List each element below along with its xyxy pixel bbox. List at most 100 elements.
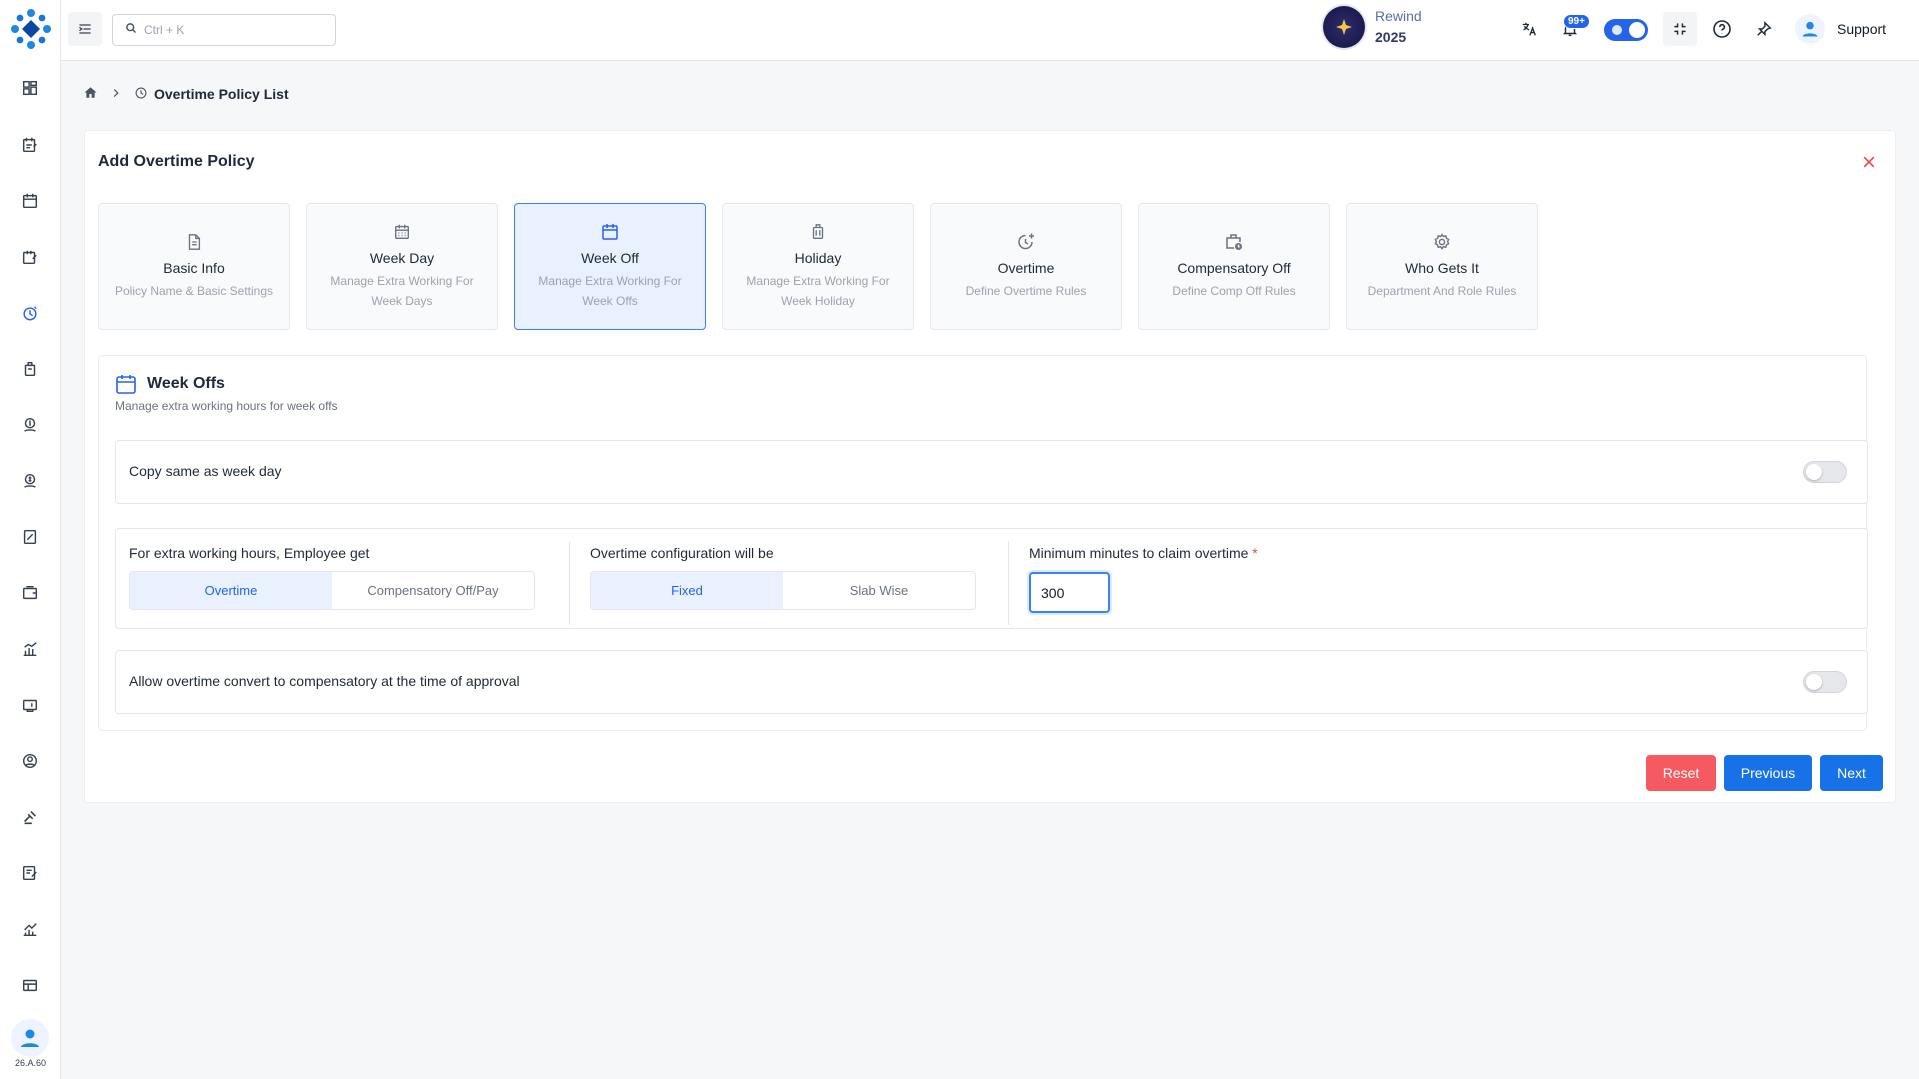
step-subtitle: Define Overtime Rules [965, 284, 1087, 298]
calendar-icon [600, 222, 620, 242]
calendar-icon[interactable] [19, 190, 41, 212]
step-who-gets-it[interactable]: Who Gets It Department And Role Rules [1346, 203, 1538, 330]
step-title: Week Off [581, 250, 639, 266]
step-overtime[interactable]: Overtime Define Overtime Rules [930, 203, 1122, 330]
leave-icon[interactable] [19, 246, 41, 268]
luggage-icon [808, 222, 828, 242]
step-subtitle: Manage Extra Working For Week Offs [538, 274, 682, 308]
step-holiday[interactable]: Holiday Manage Extra Working For Week Ho… [722, 203, 914, 330]
step-week-day[interactable]: Week Day Manage Extra Working For Week D… [306, 203, 498, 330]
copy-week-day-row: Copy same as week day [115, 440, 1868, 504]
app-logo[interactable] [10, 8, 52, 50]
next-button[interactable]: Next [1820, 755, 1883, 791]
overtime-config-row: For extra working hours, Employee get Ov… [115, 528, 1868, 629]
section-subtitle: Manage extra working hours for week offs [115, 399, 338, 413]
employee-get-segmented: Overtime Compensatory Off/Pay [129, 571, 535, 610]
analytics-icon[interactable] [19, 638, 41, 660]
convert-compensatory-row: Allow overtime convert to compensatory a… [115, 650, 1868, 714]
expense-icon[interactable] [19, 414, 41, 436]
performance-icon[interactable] [19, 918, 41, 940]
convert-compensatory-toggle[interactable] [1803, 671, 1847, 693]
rewind-label: Rewind [1375, 8, 1422, 24]
timesheet-icon[interactable] [19, 134, 41, 156]
min-minutes-group: Minimum minutes to claim overtime * [1016, 529, 1516, 628]
home-icon[interactable] [83, 85, 98, 103]
chevron-right-icon [110, 86, 122, 102]
dashboard-icon[interactable] [19, 77, 41, 99]
step-subtitle: Define Comp Off Rules [1172, 284, 1296, 298]
step-week-off[interactable]: Week Off Manage Extra Working For Week O… [514, 203, 706, 330]
step-title: Who Gets It [1405, 260, 1479, 276]
fullscreen-button[interactable] [1663, 12, 1697, 46]
step-title: Basic Info [163, 260, 225, 276]
notification-badge: 99+ [1563, 14, 1590, 29]
option-slab-wise[interactable]: Slab Wise [783, 572, 975, 609]
config-label: Overtime configuration will be [590, 545, 774, 561]
config-group: Overtime configuration will be Fixed Sla… [577, 529, 1017, 628]
avatar[interactable] [11, 1019, 49, 1057]
translate-icon[interactable] [1517, 17, 1541, 41]
min-minutes-input[interactable] [1029, 572, 1110, 613]
step-title: Holiday [794, 250, 842, 266]
step-basic-info[interactable]: Basic Info Policy Name & Basic Settings [98, 203, 290, 330]
sidebar: 26.A.60 [0, 0, 61, 1079]
breadcrumb-current[interactable]: Overtime Policy List [154, 86, 289, 102]
copy-week-day-label: Copy same as week day [129, 463, 282, 479]
rewind-year: 2025 [1375, 29, 1407, 45]
help-icon[interactable] [1710, 17, 1734, 41]
wizard-steps: Basic Info Policy Name & Basic Settings … [98, 203, 1538, 330]
step-subtitle: Manage Extra Working For Week Days [330, 274, 474, 308]
reset-button[interactable]: Reset [1646, 755, 1716, 791]
calendar-icon [115, 373, 137, 395]
top-header: Rewind 2025 99+ Support [61, 0, 1919, 61]
overtime-icon[interactable] [19, 302, 41, 324]
tasks-icon[interactable] [19, 862, 41, 884]
settings-icon[interactable] [19, 974, 41, 996]
step-compensatory-off[interactable]: Compensatory Off Define Comp Off Rules [1138, 203, 1330, 330]
menu-toggle-button[interactable] [68, 12, 102, 46]
breadcrumb: Overtime Policy List [83, 85, 289, 103]
required-marker: * [1252, 545, 1258, 561]
section-title: Week Offs [147, 375, 225, 392]
clock-icon [134, 86, 148, 103]
convert-compensatory-label: Allow overtime convert to compensatory a… [129, 673, 520, 689]
step-subtitle: Manage Extra Working For Week Holiday [746, 274, 890, 308]
star-icon [1323, 6, 1365, 48]
gear-icon [1432, 232, 1452, 252]
user-menu[interactable]: Support [1795, 14, 1886, 44]
step-subtitle: Department And Role Rules [1367, 284, 1517, 298]
step-title: Week Day [369, 250, 435, 266]
step-title: Compensatory Off [1177, 260, 1291, 276]
user-avatar-icon [1795, 14, 1825, 44]
pin-icon[interactable] [1752, 17, 1776, 41]
option-fixed[interactable]: Fixed [591, 572, 783, 609]
min-minutes-label: Minimum minutes to claim overtime * [1029, 545, 1258, 561]
legal-icon[interactable] [19, 806, 41, 828]
previous-button[interactable]: Previous [1724, 755, 1812, 791]
rewind-banner[interactable]: Rewind 2025 [1323, 6, 1422, 48]
page-title: Add Overtime Policy [98, 153, 255, 170]
search-input[interactable] [144, 23, 314, 37]
option-compensatory-off-pay[interactable]: Compensatory Off/Pay [332, 572, 534, 609]
profile-icon[interactable] [19, 750, 41, 772]
option-overtime[interactable]: Overtime [130, 572, 332, 609]
clock-plus-icon [1016, 232, 1036, 252]
employee-get-group: For extra working hours, Employee get Ov… [116, 529, 570, 628]
theme-toggle[interactable] [1604, 19, 1648, 41]
search-box[interactable] [112, 14, 336, 46]
calendar-icon [392, 222, 412, 242]
report-icon[interactable] [19, 526, 41, 548]
wallet-icon[interactable] [19, 582, 41, 604]
search-icon [125, 21, 137, 39]
close-icon[interactable] [1858, 151, 1880, 173]
bag-icon[interactable] [19, 358, 41, 380]
week-offs-section: Week Offs Manage extra working hours for… [98, 355, 1868, 731]
divider [1008, 541, 1009, 625]
assets-icon[interactable] [19, 694, 41, 716]
add-overtime-policy-card: Add Overtime Policy Basic Info Policy Na… [84, 130, 1896, 803]
config-segmented: Fixed Slab Wise [590, 571, 976, 610]
divider [569, 541, 570, 625]
payroll-icon[interactable] [19, 470, 41, 492]
copy-week-day-toggle[interactable] [1803, 461, 1847, 483]
employee-get-label: For extra working hours, Employee get [129, 545, 370, 561]
